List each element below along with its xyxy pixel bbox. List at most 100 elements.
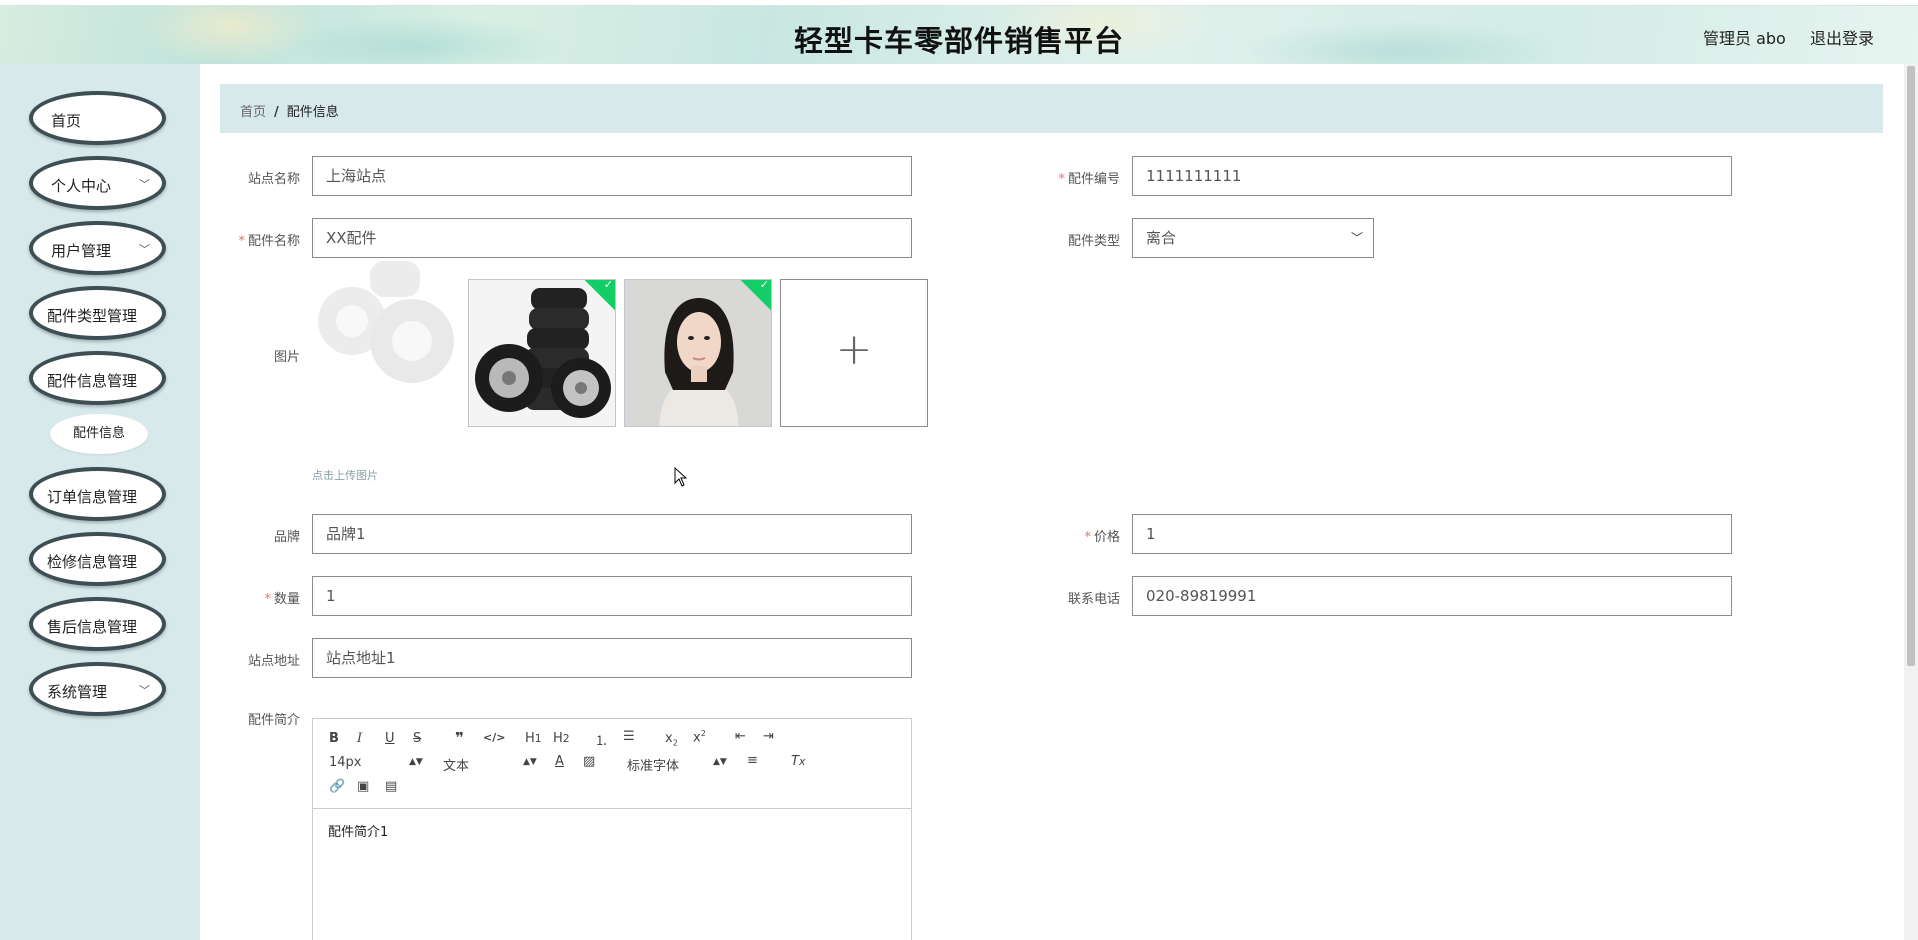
select-arrows-icon: ▲▼ <box>409 757 423 767</box>
sidebar-item-part-info[interactable]: 配件信息管理 <box>29 351 166 405</box>
chevron-down-icon: ﹀ <box>1350 231 1363 245</box>
breadcrumb: 首页 / 配件信息 <box>240 101 339 120</box>
sidebar-item-system[interactable]: 系统管理 ﹀ <box>29 662 166 716</box>
header-2-icon[interactable]: H2 <box>553 731 570 746</box>
underline-icon[interactable]: U <box>385 731 395 746</box>
station-address-input[interactable]: 站点地址1 <box>312 638 912 678</box>
bold-icon[interactable]: B <box>329 731 339 746</box>
required-mark: * <box>264 592 271 607</box>
app-title: 轻型卡车零部件销售平台 <box>793 24 1124 58</box>
station-address-label: 站点地址 <box>247 654 300 669</box>
code-block-icon[interactable]: </> <box>483 731 505 744</box>
select-arrows-icon: ▲▼ <box>523 757 537 767</box>
header-1-icon[interactable]: H1 <box>525 731 542 746</box>
sidebar-item-label: 配件信息管理 <box>47 372 138 390</box>
chevron-down-icon: ﹀ <box>139 243 150 256</box>
breadcrumb-current: 配件信息 <box>286 105 339 120</box>
required-mark: * <box>1058 172 1065 187</box>
sidebar-subitem-part-info[interactable]: 配件信息 <box>50 414 148 454</box>
sidebar-item-users[interactable]: 用户管理 ﹀ <box>29 221 166 275</box>
clear-format-icon[interactable]: Tx <box>791 754 805 769</box>
station-name-input[interactable]: 上海站点 <box>312 156 912 196</box>
upload-tip: 点击上传图片 <box>312 469 378 482</box>
breadcrumb-home[interactable]: 首页 <box>240 105 266 120</box>
uploaded-image-tires[interactable]: ✓ <box>468 279 616 427</box>
strike-icon[interactable]: S <box>413 731 421 746</box>
scrollbar-thumb[interactable] <box>1907 66 1915 666</box>
required-mark: * <box>238 234 245 249</box>
plus-icon: + <box>835 324 873 375</box>
price-label: * 价格 <box>1084 530 1120 545</box>
part-code-label: * 配件编号 <box>1058 172 1120 187</box>
outdent-icon[interactable]: ⇤ <box>735 729 746 744</box>
editor-content[interactable]: 配件简介1 <box>313 809 911 852</box>
quantity-input[interactable]: 1 <box>312 576 912 616</box>
superscript-icon[interactable]: x2 <box>693 729 706 745</box>
sidebar-item-label: 系统管理 <box>47 683 108 701</box>
font-family-select[interactable]: 标准字体 ▲▼ <box>627 755 727 774</box>
required-mark: * <box>1084 530 1091 545</box>
sidebar-item-part-types[interactable]: 配件类型管理 <box>29 286 166 340</box>
quantity-label: * 数量 <box>264 592 300 607</box>
uploaded-image-portrait[interactable]: ✓ <box>624 279 772 427</box>
image-insert-icon[interactable]: ▣ <box>357 779 369 794</box>
placeholder-tire-image <box>312 251 460 399</box>
font-color-icon[interactable]: A <box>555 754 564 769</box>
italic-icon[interactable]: I <box>357 731 362 746</box>
link-icon[interactable]: 🔗 <box>329 779 345 794</box>
sidebar-item-profile[interactable]: 个人中心 ﹀ <box>29 156 166 210</box>
background-color-icon[interactable]: ▨ <box>583 754 595 769</box>
sidebar-item-label: 用户管理 <box>51 242 112 260</box>
current-user: 管理员 abo <box>1703 29 1786 48</box>
align-icon[interactable]: ≡ <box>747 753 758 768</box>
video-insert-icon[interactable]: ▤ <box>385 779 397 794</box>
logout-link[interactable]: 退出登录 <box>1810 25 1874 49</box>
portrait-photo-icon <box>625 280 771 426</box>
part-code-input[interactable]: 1111111111 <box>1132 156 1732 196</box>
mouse-cursor-icon <box>674 466 688 491</box>
phone-label: 联系电话 <box>1067 592 1120 607</box>
sidebar-item-maintenance[interactable]: 检修信息管理 <box>29 532 166 586</box>
sidebar-item-after-sales[interactable]: 售后信息管理 <box>29 597 166 651</box>
sidebar-item-label: 配件类型管理 <box>47 307 138 325</box>
breadcrumb-separator: / <box>274 105 279 120</box>
part-name-label: * 配件名称 <box>238 234 300 249</box>
font-size-select[interactable]: 14px ▲▼ <box>329 755 423 770</box>
intro-label: 配件简介 <box>247 713 300 728</box>
top-header: 轻型卡车零部件销售平台 管理员 abo 退出登录 <box>0 5 1918 64</box>
sidebar-item-label: 订单信息管理 <box>47 488 138 506</box>
indent-icon[interactable]: ⇥ <box>763 729 774 744</box>
ordered-list-icon[interactable]: ⒈ <box>595 730 608 749</box>
editor-toolbar: B I U S ❞ </> H1 H2 ⒈ ☰ x2 x2 ⇤ ⇥ 14px ▲… <box>313 719 911 809</box>
blockquote-icon[interactable]: ❞ <box>455 729 464 747</box>
price-input[interactable]: 1 <box>1132 514 1732 554</box>
check-icon: ✓ <box>603 279 613 292</box>
phone-input[interactable]: 020-89819991 <box>1132 576 1732 616</box>
check-icon: ✓ <box>759 279 769 292</box>
bullet-list-icon[interactable]: ☰ <box>623 729 635 744</box>
tire-stack-icon <box>469 280 615 426</box>
subscript-icon[interactable]: x2 <box>665 731 678 748</box>
chevron-down-icon: ﹀ <box>139 178 150 191</box>
chevron-down-icon: ﹀ <box>139 684 150 697</box>
font-family-value: 标准字体 <box>627 759 680 774</box>
part-type-select[interactable]: 离合 ﹀ <box>1132 218 1374 258</box>
sidebar-item-orders[interactable]: 订单信息管理 <box>29 467 166 521</box>
header-value: 文本 <box>443 759 470 774</box>
rich-text-editor[interactable]: B I U S ❞ </> H1 H2 ⒈ ☰ x2 x2 ⇤ ⇥ 14px ▲… <box>312 718 912 940</box>
sidebar-item-label: 首页 <box>51 112 82 130</box>
part-type-value: 离合 <box>1146 229 1177 247</box>
image-upload-button[interactable]: + <box>780 279 928 427</box>
breadcrumb-bar: 首页 / 配件信息 <box>220 84 1883 133</box>
brand-label: 品牌 <box>273 530 300 545</box>
header-select[interactable]: 文本 ▲▼ <box>443 755 537 774</box>
image-label: 图片 <box>273 350 300 365</box>
sidebar-item-label: 检修信息管理 <box>47 553 138 571</box>
sidebar-item-label: 售后信息管理 <box>47 618 138 636</box>
brand-input[interactable]: 品牌1 <box>312 514 912 554</box>
page-scrollbar[interactable] <box>1904 64 1918 940</box>
sidebar-item-label: 个人中心 <box>51 177 112 195</box>
part-type-label: 配件类型 <box>1067 234 1120 249</box>
sidebar-item-home[interactable]: 首页 <box>29 91 166 145</box>
select-arrows-icon: ▲▼ <box>713 757 727 767</box>
